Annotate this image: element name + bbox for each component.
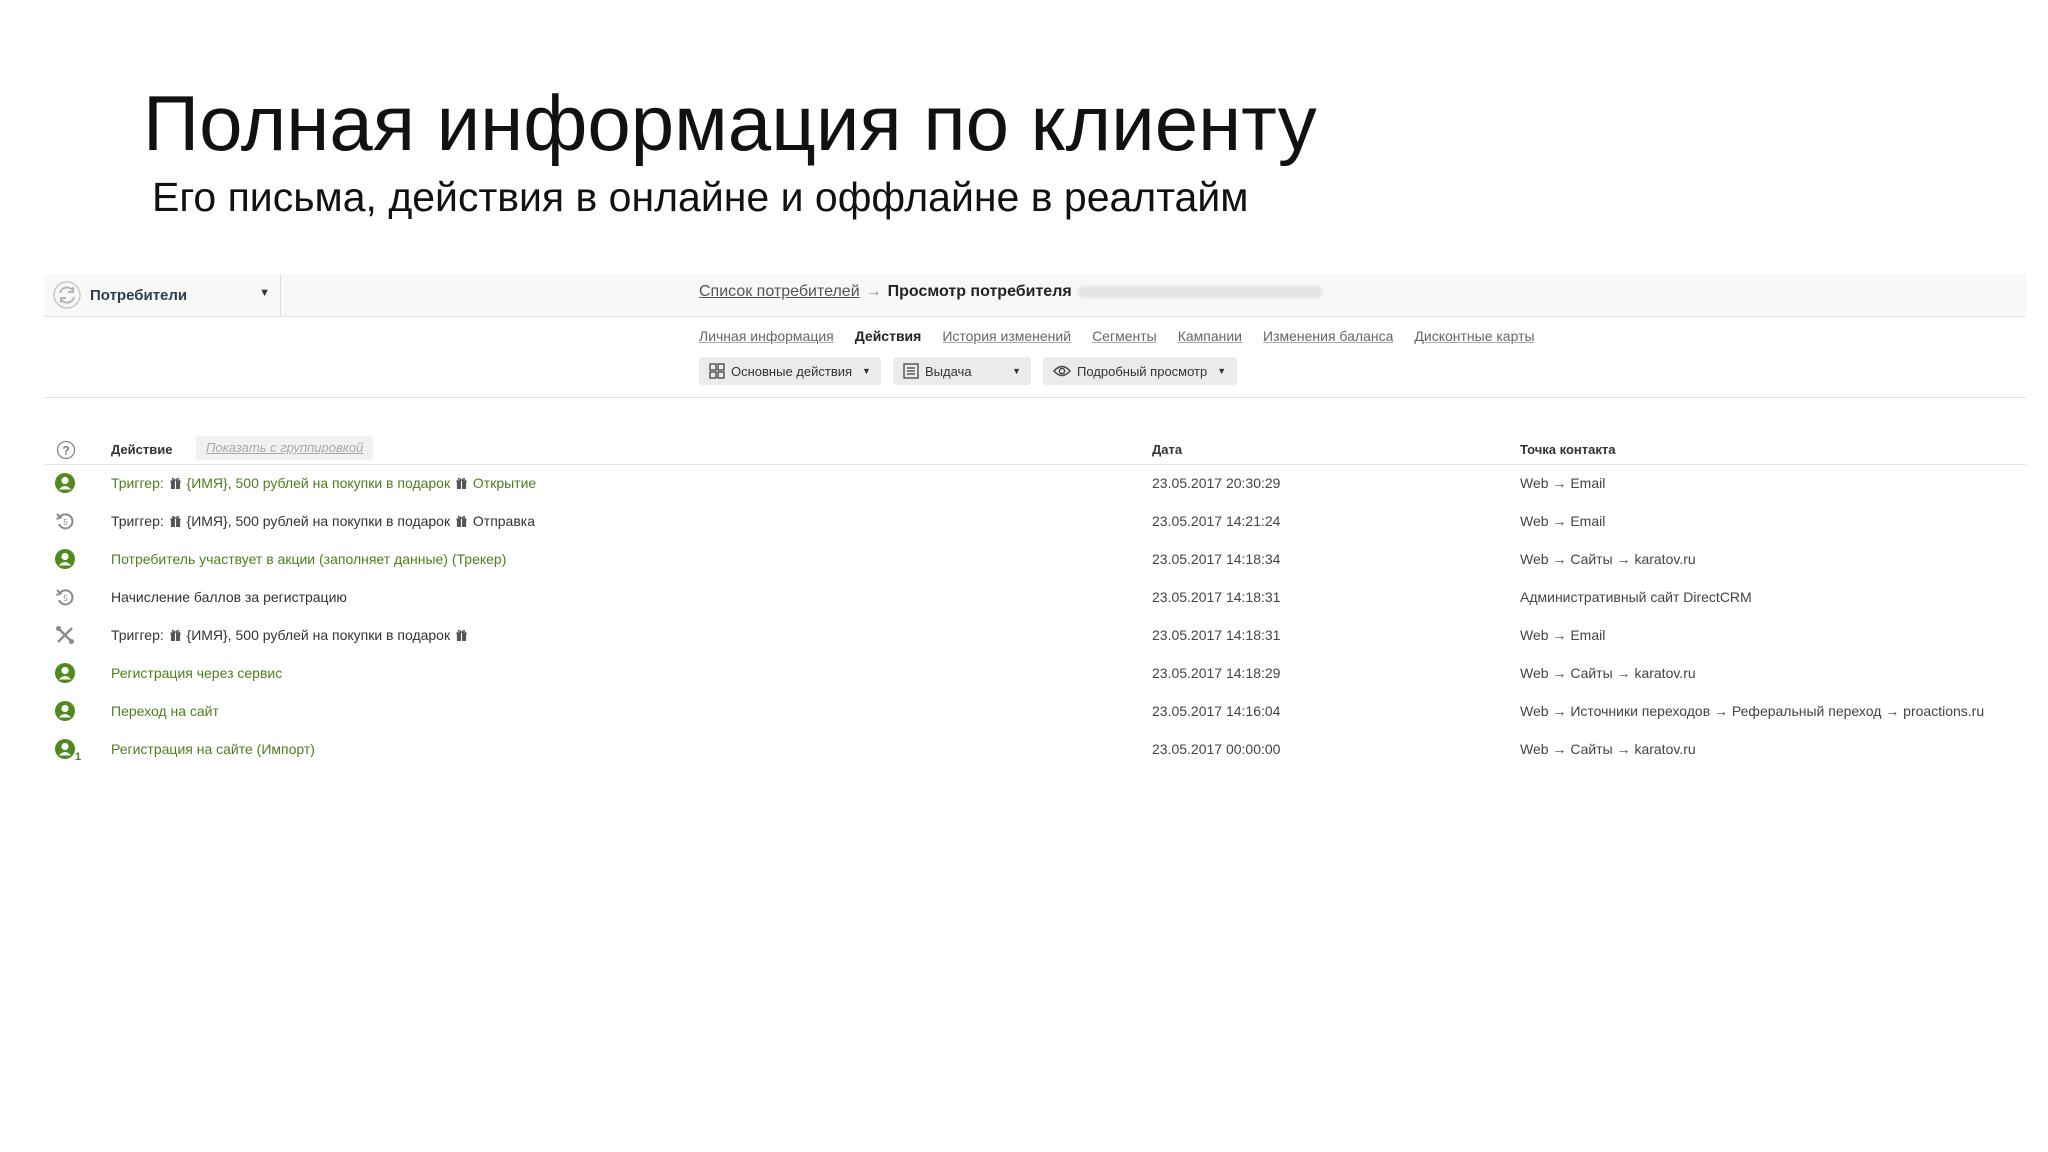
- contact-point: Web → Сайты → karatov.ru: [1520, 551, 1696, 567]
- list-icon: [903, 363, 919, 379]
- action-text[interactable]: Регистрация на сайте (Импорт): [111, 741, 315, 757]
- gift-icon: [456, 629, 467, 641]
- action-date: 23.05.2017 14:18:31: [1152, 627, 1281, 643]
- contact-point: Web → Email: [1520, 475, 1606, 491]
- action-text[interactable]: Триггер: {ИМЯ}, 500 рублей на покупки в …: [111, 513, 535, 529]
- grid-icon: [709, 363, 725, 379]
- user-green-count-icon: 1: [54, 738, 81, 763]
- module-selector[interactable]: Потребители ▼: [44, 274, 281, 316]
- column-header-action: Действие: [111, 442, 173, 457]
- table-row[interactable]: 1 Регистрация на сайте (Импорт) 23.05.2017…: [44, 730, 2026, 768]
- detailed-view-label: Подробный просмотр: [1077, 363, 1208, 379]
- eye-icon: [1053, 364, 1071, 378]
- help-icon[interactable]: ?: [56, 440, 76, 460]
- tab-segments[interactable]: Сегменты: [1092, 328, 1157, 344]
- svg-text:5: 5: [63, 518, 68, 527]
- table-header: ? Действие Показать с группировкой Дата …: [44, 436, 2026, 465]
- caret-down-icon: ▼: [862, 366, 871, 376]
- contact-point: Web → Email: [1520, 627, 1606, 643]
- undo-gray-icon: 5: [54, 586, 76, 608]
- detailed-view-button[interactable]: Подробный просмотр ▼: [1043, 357, 1237, 385]
- action-date: 23.05.2017 14:18:31: [1152, 589, 1281, 605]
- gift-icon: [456, 477, 467, 489]
- tab-history[interactable]: История изменений: [942, 328, 1071, 344]
- slide-title: Полная информация по клиенту: [143, 79, 1317, 167]
- action-text[interactable]: Регистрация через сервис: [111, 665, 282, 681]
- user-green-icon: [54, 700, 76, 722]
- action-date: 23.05.2017 00:00:00: [1152, 741, 1281, 757]
- contact-point: Web → Сайты → karatov.ru: [1520, 741, 1696, 757]
- divider: [44, 397, 2026, 398]
- caret-down-icon: ▼: [1012, 366, 1021, 376]
- action-text[interactable]: Триггер: {ИМЯ}, 500 рублей на покупки в …: [111, 627, 469, 643]
- table-row[interactable]: Переход на сайт 23.05.2017 14:16:04 Web → …: [44, 692, 2026, 730]
- table-row[interactable]: Триггер: {ИМЯ}, 500 рублей на покупки в …: [44, 464, 2026, 502]
- action-date: 23.05.2017 14:16:04: [1152, 703, 1281, 719]
- table-row[interactable]: Регистрация через сервис 23.05.2017 14:18…: [44, 654, 2026, 692]
- slide-subtitle: Его письма, действия в онлайне и оффлайн…: [152, 174, 1249, 220]
- output-label: Выдача: [925, 363, 972, 379]
- table-row[interactable]: 5 Триггер: {ИМЯ}, 500 рублей на покупки в…: [44, 502, 2026, 540]
- table-row[interactable]: Потребитель участвует в акции (заполняет…: [44, 540, 2026, 578]
- action-text[interactable]: Триггер: {ИМЯ}, 500 рублей на покупки в …: [111, 475, 536, 491]
- tabs: Личная информация Действия История измен…: [699, 328, 1556, 344]
- action-text[interactable]: Начисление баллов за регистрацию: [111, 589, 347, 605]
- tab-actions[interactable]: Действия: [855, 328, 922, 344]
- user-green-icon: [54, 548, 76, 570]
- gift-icon: [170, 477, 181, 489]
- gift-icon: [170, 629, 181, 641]
- top-bar: Потребители ▼ Список потребителей → Прос…: [44, 274, 2026, 317]
- tools-gray-icon: [54, 624, 76, 646]
- tab-discount-cards[interactable]: Дисконтные карты: [1414, 328, 1534, 344]
- redacted-customer-name: [1077, 286, 1323, 298]
- breadcrumb-current: Просмотр потребителя: [887, 283, 1072, 300]
- undo-gray-icon: 5: [54, 510, 76, 532]
- action-date: 23.05.2017 14:18:34: [1152, 551, 1281, 567]
- user-green-icon: [54, 662, 76, 684]
- refresh-arrows-icon: [53, 281, 81, 309]
- svg-text:?: ?: [62, 444, 69, 458]
- crm-app-window: Потребители ▼ Список потребителей → Прос…: [44, 274, 2026, 1152]
- tab-balance-changes[interactable]: Изменения баланса: [1263, 328, 1393, 344]
- contact-point: Web → Сайты → karatov.ru: [1520, 665, 1696, 681]
- contact-point: Web → Источники переходов → Реферальный …: [1520, 703, 1985, 719]
- action-date: 23.05.2017 20:30:29: [1152, 475, 1281, 491]
- tab-campaigns[interactable]: Кампании: [1178, 328, 1242, 344]
- svg-text:5: 5: [63, 594, 68, 603]
- user-green-icon: [54, 472, 76, 494]
- caret-down-icon: ▼: [1217, 366, 1227, 376]
- show-grouped-button[interactable]: Показать с группировкой: [196, 436, 374, 460]
- table-row[interactable]: 5 Начисление баллов за регистрацию 23.05.2…: [44, 578, 2026, 616]
- actions-table: Триггер: {ИМЯ}, 500 рублей на покупки в …: [44, 464, 2026, 768]
- contact-point: Административный сайт DirectCRM: [1520, 589, 1752, 605]
- tab-personal-info[interactable]: Личная информация: [699, 328, 834, 344]
- column-header-contact: Точка контакта: [1520, 442, 1616, 457]
- output-button[interactable]: Выдача ▼: [893, 357, 1031, 385]
- breadcrumb-link-consumers[interactable]: Список потребителей: [699, 283, 860, 301]
- gift-icon: [456, 515, 467, 527]
- action-date: 23.05.2017 14:18:29: [1152, 665, 1281, 681]
- gift-icon: [170, 515, 181, 527]
- main-actions-button[interactable]: Основные действия ▼: [699, 357, 881, 385]
- breadcrumb: Список потребителей → Просмотр потребите…: [699, 283, 1323, 301]
- main-actions-label: Основные действия: [731, 363, 853, 379]
- action-date: 23.05.2017 14:21:24: [1152, 513, 1281, 529]
- breadcrumb-arrow: →: [865, 283, 882, 300]
- caret-down-icon: ▼: [259, 287, 270, 299]
- toolbar: Основные действия ▼ Выдача ▼ Подробный п…: [699, 357, 1237, 385]
- action-text[interactable]: Переход на сайт: [111, 703, 219, 719]
- count-badge: 1: [75, 751, 82, 763]
- column-header-date[interactable]: Дата: [1152, 442, 1182, 457]
- table-row[interactable]: Триггер: {ИМЯ}, 500 рублей на покупки в …: [44, 616, 2026, 654]
- action-text[interactable]: Потребитель участвует в акции (заполняет…: [111, 551, 506, 567]
- module-label: Потребители: [90, 286, 188, 304]
- contact-point: Web → Email: [1520, 513, 1606, 529]
